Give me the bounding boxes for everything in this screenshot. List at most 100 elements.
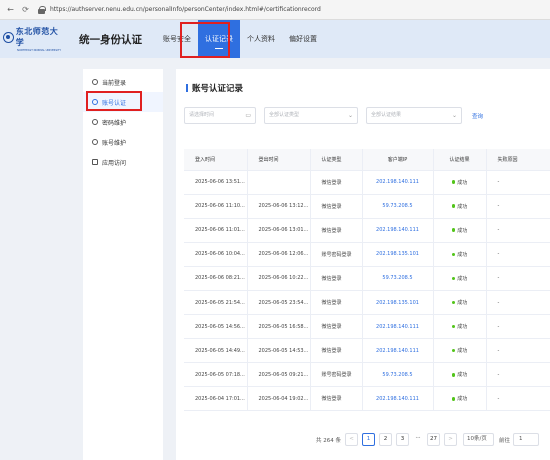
auth-result-select[interactable]: 全部认证结果 ⌄ [366, 107, 462, 124]
sidebar-item-app-access[interactable]: 应用访问 [83, 152, 163, 172]
query-button[interactable]: 查询 [472, 112, 483, 120]
auth-type-cell: 微信登录 [310, 386, 363, 412]
table-row: 2025-06-05 14:49... 2025-06-05 14:53... 微信… [184, 338, 550, 364]
failure-reason-cell: - [486, 170, 550, 195]
page-title: 账号认证记录 [186, 82, 243, 94]
university-logo[interactable]: 东北师范大学 NORTHEAST NORMAL UNIVERSITY [3, 26, 65, 52]
auth-result-text: 成功 [457, 324, 468, 331]
client-ip-cell[interactable]: 202.198.140.111 [362, 386, 434, 412]
page-size-select[interactable]: 10条/页 [463, 433, 494, 446]
auth-result-cell: 成功 [433, 362, 487, 388]
sidebar-item-label: 当前登录 [102, 79, 127, 87]
success-dot-icon [451, 373, 456, 377]
auth-result-cell: 成功 [433, 194, 487, 219]
auth-result-text: 成功 [457, 227, 468, 234]
page-button-2[interactable]: 2 [379, 433, 392, 446]
goto-page-input[interactable]: 1 [513, 433, 540, 446]
login-time-cell: 2025-06-06 08:21... [184, 266, 248, 291]
logout-time-cell: 2025-06-04 19:02... [247, 386, 311, 412]
user-icon [92, 139, 98, 145]
column-header: 认证结果 [433, 149, 487, 171]
login-time-cell: 2025-06-06 11:01... [184, 218, 248, 243]
logout-time-cell [247, 170, 311, 195]
page-button-1[interactable]: 1 [362, 433, 375, 446]
failure-reason-cell: - [486, 362, 550, 388]
page-button-27[interactable]: 27 [427, 433, 440, 446]
table-row: 2025-06-06 11:10... 2025-06-06 13:12... 微信… [184, 194, 550, 219]
chevron-down-icon: ⌄ [347, 112, 353, 119]
column-header: 登出时间 [247, 149, 311, 171]
auth-type-select[interactable]: 全部认证类型 ⌄ [264, 107, 358, 124]
table-row: 2025-06-06 08:21... 2025-06-06 10:22... 微信… [184, 266, 550, 291]
table-row: 2025-06-04 17:01... 2025-06-04 19:02... 微信… [184, 386, 550, 412]
auth-type-cell: 账号密码登录 [310, 362, 363, 388]
back-arrow-icon[interactable]: ← [6, 5, 15, 14]
chevron-down-icon: ⌄ [451, 112, 457, 119]
login-icon [92, 79, 98, 85]
goto-label: 前往 [499, 437, 511, 444]
prev-page-button[interactable]: < [345, 433, 358, 446]
table-row: 2025-06-05 14:56... 2025-06-05 16:58... 微信… [184, 314, 550, 340]
failure-reason-cell: - [486, 266, 550, 291]
auth-result-text: 成功 [457, 179, 468, 186]
logo-subtext: NORTHEAST NORMAL UNIVERSITY [17, 49, 62, 52]
date-picker[interactable]: 请选择时间 ▭ [184, 107, 256, 124]
logout-time-cell: 2025-06-05 16:58... [247, 314, 311, 340]
sidebar-item-label: 密码维护 [102, 119, 127, 127]
page-button-3[interactable]: 3 [396, 433, 409, 446]
login-time-cell: 2025-06-04 17:01... [184, 386, 248, 412]
logout-time-cell: 2025-06-06 13:12... [247, 194, 311, 219]
auth-type-cell: 微信登录 [310, 290, 363, 316]
sidebar-item-current-login[interactable]: 当前登录 [83, 72, 163, 92]
client-ip-cell[interactable]: 202.198.140.111 [362, 338, 434, 364]
auth-type-cell: 微信登录 [310, 218, 363, 243]
login-time-cell: 2025-06-05 21:54... [184, 290, 248, 316]
client-ip-cell[interactable]: 59.73.208.5 [362, 362, 434, 388]
auth-result-cell: 成功 [433, 170, 487, 195]
brand-title: 统一身份认证 [79, 33, 142, 46]
client-ip-cell[interactable]: 202.198.140.111 [362, 314, 434, 340]
next-page-button[interactable]: > [444, 433, 457, 446]
page-ellipsis[interactable]: ··· [413, 433, 423, 446]
client-ip-cell[interactable]: 202.198.135.101 [362, 290, 434, 316]
total-count: 共 264 条 [316, 437, 341, 444]
tab-preferences[interactable]: 偏好设置 [282, 20, 324, 58]
client-ip-cell[interactable]: 202.198.140.111 [362, 170, 434, 195]
client-ip-cell[interactable]: 202.198.140.111 [362, 218, 434, 243]
logout-time-cell: 2025-06-06 10:22... [247, 266, 311, 291]
logout-time-cell: 2025-06-05 23:54... [247, 290, 311, 316]
failure-reason-cell: - [486, 194, 550, 219]
reload-icon[interactable]: ⟳ [21, 5, 30, 14]
main-panel: 账号认证记录 请选择时间 ▭ 全部认证类型 ⌄ 全部认证结果 ⌄ 查询 登入时间… [176, 69, 550, 460]
client-ip-cell[interactable]: 59.73.208.5 [362, 266, 434, 291]
tab-personal-info[interactable]: 个人资料 [240, 20, 282, 58]
success-dot-icon [451, 204, 456, 208]
failure-reason-cell: - [486, 386, 550, 412]
highlight-box-auth-records [180, 22, 230, 58]
auth-result-cell: 成功 [433, 314, 487, 340]
calendar-icon: ▭ [245, 112, 251, 119]
success-dot-icon [451, 180, 456, 184]
login-time-cell: 2025-06-05 14:56... [184, 314, 248, 340]
auth-result-cell: 成功 [433, 218, 487, 243]
table-row: 2025-06-06 13:51... 微信登录 202.198.140.111 成功… [184, 170, 550, 195]
url-text[interactable]: https://authserver.nenu.edu.cn/personalI… [50, 6, 321, 13]
auth-result-cell: 成功 [433, 242, 487, 267]
sidebar-item-account-maintenance[interactable]: 账号维护 [83, 132, 163, 152]
auth-result-text: 成功 [457, 203, 468, 210]
apps-icon [92, 159, 98, 165]
logout-time-cell: 2025-06-06 13:01... [247, 218, 311, 243]
sidebar-item-password[interactable]: 密码维护 [83, 112, 163, 132]
success-dot-icon [451, 228, 456, 232]
failure-reason-cell: - [486, 290, 550, 316]
client-ip-cell[interactable]: 59.73.208.5 [362, 194, 434, 219]
client-ip-cell[interactable]: 202.198.135.101 [362, 242, 434, 267]
success-dot-icon [451, 300, 456, 305]
logout-time-cell: 2025-06-05 09:21... [247, 362, 311, 388]
login-time-cell: 2025-06-06 11:10... [184, 194, 248, 219]
lock-icon [38, 5, 46, 14]
auth-type-cell: 微信登录 [310, 338, 363, 364]
table-row: 2025-06-06 11:01... 2025-06-06 13:01... 微信… [184, 218, 550, 243]
auth-result-text: 成功 [457, 348, 468, 355]
failure-reason-cell: - [486, 338, 550, 364]
